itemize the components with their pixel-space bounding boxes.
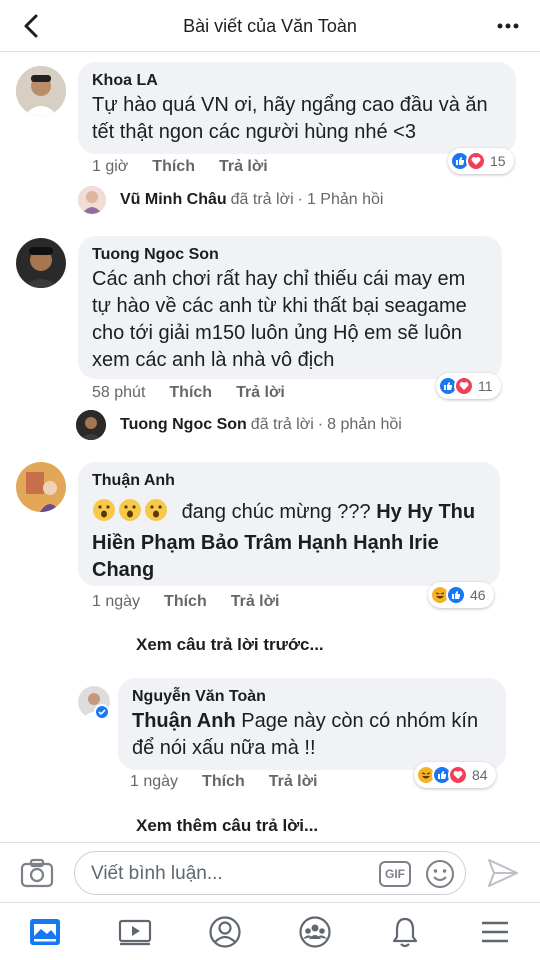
send-icon[interactable]: [486, 857, 520, 889]
profile-icon: [209, 915, 241, 948]
reply-author: Tuong Ngoc Son: [120, 416, 247, 433]
comment-text-plain: đang chúc mừng ???: [181, 501, 371, 523]
avatar[interactable]: [16, 462, 66, 512]
groups-icon: [299, 915, 331, 948]
comment-author[interactable]: Khoa LA: [92, 70, 502, 92]
see-previous-replies[interactable]: Xem câu trả lời trước...: [136, 635, 324, 655]
reply-count: 8 phản hồi: [327, 416, 402, 433]
notifications-tab[interactable]: [385, 912, 425, 952]
reaction-summary[interactable]: 11: [436, 373, 501, 399]
comment-placeholder: Viết bình luận...: [91, 863, 223, 884]
comment-time: 1 ngày: [92, 593, 141, 610]
comment-bubble: Khoa LA Tự hào quá VN ơi, hãy ngẩng cao …: [78, 62, 516, 154]
avatar[interactable]: [16, 238, 66, 288]
comment-bubble: Tuong Ngoc Son Các anh chơi rất hay chỉ …: [78, 236, 502, 379]
like-button[interactable]: Thích: [202, 773, 245, 791]
love-reaction-icon: [454, 376, 474, 396]
reply-preview[interactable]: Vũ Minh Châu đã trả lời · 1 Phản hồi: [78, 186, 383, 214]
profile-tab[interactable]: [205, 912, 245, 952]
more-options-icon[interactable]: [496, 14, 520, 38]
comment-input[interactable]: Viết bình luận... GIF: [74, 851, 466, 895]
reply-button[interactable]: Trả lời: [231, 593, 280, 611]
gif-button[interactable]: GIF: [379, 861, 411, 887]
avatar: [78, 186, 106, 214]
reply-bubble: Nguyễn Văn Toàn Thuận Anh Page này còn c…: [118, 678, 506, 770]
separator: ·: [297, 191, 303, 208]
reaction-summary[interactable]: 15: [448, 148, 514, 174]
reaction-count: 11: [478, 378, 493, 394]
reaction-count: 46: [470, 587, 486, 603]
like-reaction-icon: [446, 585, 466, 605]
love-reaction-icon: [466, 151, 486, 171]
reply-author: Vũ Minh Châu: [120, 191, 227, 208]
comment-actions: 58 phút Thích Trả lời: [92, 384, 285, 402]
reply-button[interactable]: Trả lời: [236, 384, 285, 402]
reaction-count: 15: [490, 153, 506, 169]
menu-tab[interactable]: [475, 912, 515, 952]
avatar[interactable]: [16, 66, 66, 116]
reply-author[interactable]: Nguyễn Văn Toàn: [132, 686, 492, 708]
reply-preview[interactable]: Tuong Ngoc Son đã trả lời · 8 phản hồi: [76, 410, 402, 440]
tagged-name[interactable]: Thuận Anh: [132, 710, 236, 732]
comment-time: 58 phút: [92, 384, 146, 401]
reaction-summary[interactable]: 46: [428, 582, 494, 608]
like-button[interactable]: Thích: [169, 384, 212, 402]
news-feed-tab[interactable]: [25, 912, 65, 952]
reply-actions: 1 ngày Thích Trả lời: [130, 773, 317, 791]
like-button[interactable]: Thích: [152, 158, 195, 176]
separator: ·: [317, 416, 324, 433]
camera-icon[interactable]: [20, 858, 54, 888]
bottom-navigation: [0, 902, 540, 960]
reaction-count: 84: [472, 767, 488, 783]
reply-count: 1 Phản hồi: [306, 191, 384, 208]
top-bar: Bài viết của Văn Toàn: [0, 0, 540, 52]
comment-text: Tự hào quá VN ơi, hãy ngẩng cao đầu và ă…: [92, 94, 488, 143]
video-icon: [118, 919, 152, 945]
news-feed-icon: [30, 918, 60, 945]
emoji-icon[interactable]: [425, 859, 455, 889]
love-reaction-icon: [448, 765, 468, 785]
video-tab[interactable]: [115, 912, 155, 952]
comment-author[interactable]: Tuong Ngoc Son: [92, 244, 488, 266]
page-title: Bài viết của Văn Toàn: [183, 16, 357, 36]
comment-bubble: Thuận Anh đang chúc mừng ??? Hy Hy Thu H…: [78, 462, 500, 586]
groups-tab[interactable]: [295, 912, 335, 952]
reply-button[interactable]: Trả lời: [219, 158, 268, 176]
reply-label: đã trả lời: [250, 416, 314, 433]
verified-icon: [94, 704, 110, 720]
menu-icon: [482, 921, 508, 942]
like-button[interactable]: Thích: [164, 593, 207, 611]
reply-label: đã trả lời: [230, 191, 294, 208]
comment-time: 1 giờ: [92, 158, 129, 175]
comment-actions: 1 giờ Thích Trả lời: [92, 158, 268, 176]
comment-actions: 1 ngày Thích Trả lời: [92, 593, 279, 611]
comment-composer: Viết bình luận... GIF: [0, 842, 540, 902]
avatar: [76, 410, 106, 440]
emoji-icon: [92, 498, 170, 530]
reaction-summary[interactable]: 84: [414, 762, 496, 788]
reply-button[interactable]: Trả lời: [269, 773, 318, 791]
comment-author[interactable]: Thuận Anh: [92, 470, 486, 492]
comment-text: Các anh chơi rất hay chỉ thiếu cái may e…: [92, 268, 467, 371]
notifications-icon: [392, 917, 418, 947]
reply-text: Thuận Anh Page này còn có nhóm kín để nó…: [132, 708, 492, 762]
reply-time: 1 ngày: [130, 773, 179, 790]
see-more-replies[interactable]: Xem thêm câu trả lời...: [136, 816, 318, 836]
comment-text: đang chúc mừng ??? Hy Hy Thu Hiền Phạm B…: [92, 498, 486, 584]
